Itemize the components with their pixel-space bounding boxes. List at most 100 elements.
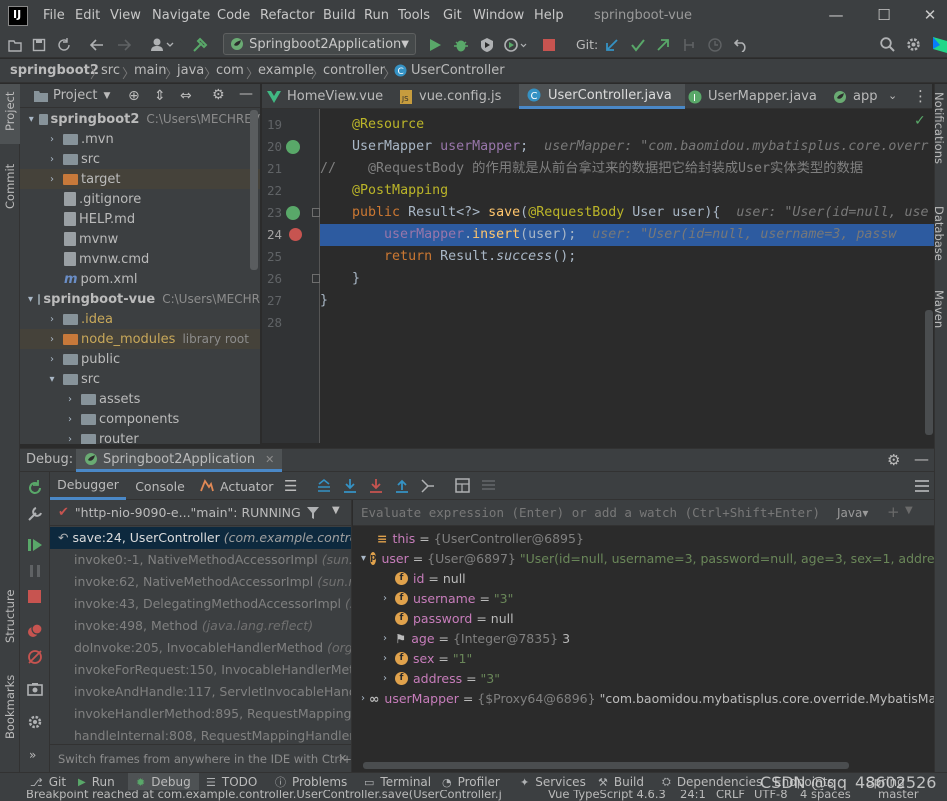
stack-frame[interactable]: doInvoke:205, InvocableHandlerMethod (org… (50, 637, 351, 659)
back-arrow-icon[interactable] (90, 38, 104, 52)
close-hint-icon[interactable]: ✕ (338, 745, 347, 772)
tree-item[interactable]: › src (20, 149, 260, 169)
pause-icon[interactable] (28, 564, 42, 578)
mute-breakpoints-icon[interactable] (27, 649, 43, 665)
menu-lines-icon[interactable]: ☰ (284, 477, 297, 495)
code-line[interactable]: } (320, 290, 934, 312)
menu-window[interactable]: Window (473, 8, 524, 23)
variables-h-scrollbar[interactable] (363, 762, 849, 769)
editor-tab-usercontroller[interactable]: C UserController.java (519, 84, 685, 109)
breadcrumb-item[interactable]: springboot2 (10, 63, 99, 78)
code-line[interactable]: UserMapper userMapper; userMapper: "com.… (320, 136, 934, 158)
project-panel-title[interactable]: Project (53, 88, 97, 103)
bottom-tab-services[interactable]: ✦ Services (520, 773, 586, 791)
debug-settings-icon[interactable] (27, 714, 43, 730)
git-merge-icon[interactable] (682, 38, 696, 52)
bottom-tab-build[interactable]: ⚒ Build (598, 773, 644, 791)
step-over-icon[interactable] (342, 478, 358, 494)
user-icon[interactable] (150, 37, 174, 52)
chevron-right-icon[interactable]: › (361, 693, 365, 704)
bottom-tab-git[interactable]: ⎇ Git (30, 773, 66, 791)
run-icon[interactable] (428, 38, 442, 52)
variable-row[interactable]: ≡ this = {UserController@6895} (353, 528, 934, 548)
code-line[interactable]: } (320, 268, 934, 290)
variable-row[interactable]: › ∞ userMapper = {$Proxy64@6896} "com.baom… (353, 688, 934, 708)
breadcrumb-item[interactable]: main (134, 63, 166, 78)
evaluate-expression-input[interactable]: Evaluate expression (Enter) or add a wat… (361, 505, 821, 520)
tab-console[interactable]: Console (130, 472, 190, 500)
evaluate-calculator-icon[interactable] (455, 478, 470, 493)
menu-build[interactable]: Build (323, 8, 356, 23)
code-line[interactable]: public Result<?> save(@RequestBody User … (320, 202, 934, 224)
variable-row[interactable]: › ⚑ age = {Integer@7835} 3 (353, 628, 934, 648)
history-clock-icon[interactable] (708, 38, 722, 52)
editor-scrollbar[interactable] (925, 310, 933, 435)
stack-frame[interactable]: invoke0:-1, NativeMethodAccessorImpl (sun… (50, 549, 351, 571)
close-icon[interactable]: ✕ (920, 6, 940, 26)
more-actions-icon[interactable]: » (29, 748, 36, 762)
step-into-icon[interactable] (368, 478, 384, 494)
thread-selector[interactable]: ✔ "http-nio-9090-e..."main": RUNNING ▼ (50, 500, 351, 526)
tool-tab-structure[interactable]: Structure (3, 590, 17, 644)
forward-arrow-icon[interactable] (117, 38, 131, 52)
tree-item[interactable]: ▾ springboot2 C:\Users\MECHREV (20, 109, 260, 129)
status-indent[interactable]: 4 spaces (800, 790, 851, 801)
tool-tab-bookmarks[interactable]: Bookmarks (3, 675, 17, 739)
chevron-down-icon[interactable]: ▼ (332, 505, 340, 516)
resume-icon[interactable] (28, 538, 42, 552)
debug-settings-gear-icon[interactable]: ⚙ (887, 451, 900, 469)
project-scrollbar[interactable] (250, 110, 258, 270)
chevron-down-icon[interactable]: ▾ (28, 294, 33, 305)
filter-funnel-icon[interactable] (306, 506, 320, 520)
variable-row[interactable]: ▾ p user = {User@6897} "User(id=null, user… (353, 548, 934, 568)
menu-help[interactable]: Help (534, 8, 564, 23)
menu-run[interactable]: Run (364, 8, 389, 23)
breadcrumb-item[interactable]: java (177, 63, 204, 78)
modify-config-wrench-icon[interactable] (27, 506, 43, 522)
save-icon[interactable] (32, 38, 46, 52)
status-caret-position[interactable]: 24:1 (680, 790, 706, 801)
status-language-service[interactable]: Vue TypeScript 4.6.3 (548, 790, 666, 801)
variable-row[interactable]: › f username = "3" (353, 588, 934, 608)
profile-icon[interactable] (503, 37, 527, 53)
git-commit-icon[interactable] (631, 38, 645, 52)
chevron-down-icon[interactable]: ▼ (103, 91, 110, 101)
variable-row[interactable]: f password = null (353, 608, 934, 628)
chevron-down-icon[interactable]: ▾ (46, 374, 58, 385)
chevron-down-icon[interactable]: ▾ (28, 114, 34, 125)
tool-tab-maven[interactable]: Maven (932, 290, 946, 328)
code-line[interactable]: return Result.success(); (320, 246, 934, 268)
menu-refactor[interactable]: Refactor (260, 8, 315, 23)
menu-edit[interactable]: Edit (75, 8, 100, 23)
debug-bug-icon[interactable] (453, 37, 469, 53)
rerun-icon[interactable] (27, 480, 43, 496)
bottom-tab-profiler[interactable]: ◔ Profiler (442, 773, 500, 791)
breadcrumb-item[interactable]: UserController (411, 63, 505, 78)
build-hammer-icon[interactable] (192, 37, 208, 53)
hide-debug-icon[interactable]: — (914, 450, 929, 468)
request-mapping-icon[interactable] (286, 206, 300, 220)
tree-item[interactable]: › assets (20, 389, 260, 409)
breakpoint-icon[interactable] (289, 228, 302, 241)
tree-item[interactable]: m pom.xml (20, 269, 260, 289)
editor-tab-vue-config[interactable]: JS vue.config.js (400, 84, 514, 109)
collapse-all-icon[interactable]: ⇔ (180, 88, 192, 104)
chevron-down-icon[interactable]: ▼ (905, 505, 913, 516)
chevron-right-icon[interactable]: › (64, 434, 76, 445)
show-execution-point-icon[interactable] (316, 478, 332, 494)
menu-tools[interactable]: Tools (398, 8, 430, 23)
tree-item[interactable]: mvnw (20, 229, 260, 249)
tree-item[interactable]: HELP.md (20, 209, 260, 229)
tool-tab-database[interactable]: Database (932, 206, 946, 261)
tree-item[interactable]: › node_modules library root (20, 329, 260, 349)
stack-frame[interactable]: invoke:62, NativeMethodAccessorImpl (sun.… (50, 571, 351, 593)
chevron-down-icon[interactable]: ▾ (361, 553, 366, 564)
chevron-right-icon[interactable]: › (379, 633, 391, 644)
bottom-tab-debug[interactable]: ✹ Debug (128, 773, 199, 791)
menu-view[interactable]: View (110, 8, 141, 23)
menu-navigate[interactable]: Navigate (152, 8, 210, 23)
stop-icon[interactable] (543, 39, 555, 51)
bottom-tab-terminal[interactable]: ▭ Terminal (364, 773, 431, 791)
variable-row[interactable]: › f address = "3" (353, 668, 934, 688)
editor-tab-usermapper[interactable]: I UserMapper.java (686, 84, 828, 109)
